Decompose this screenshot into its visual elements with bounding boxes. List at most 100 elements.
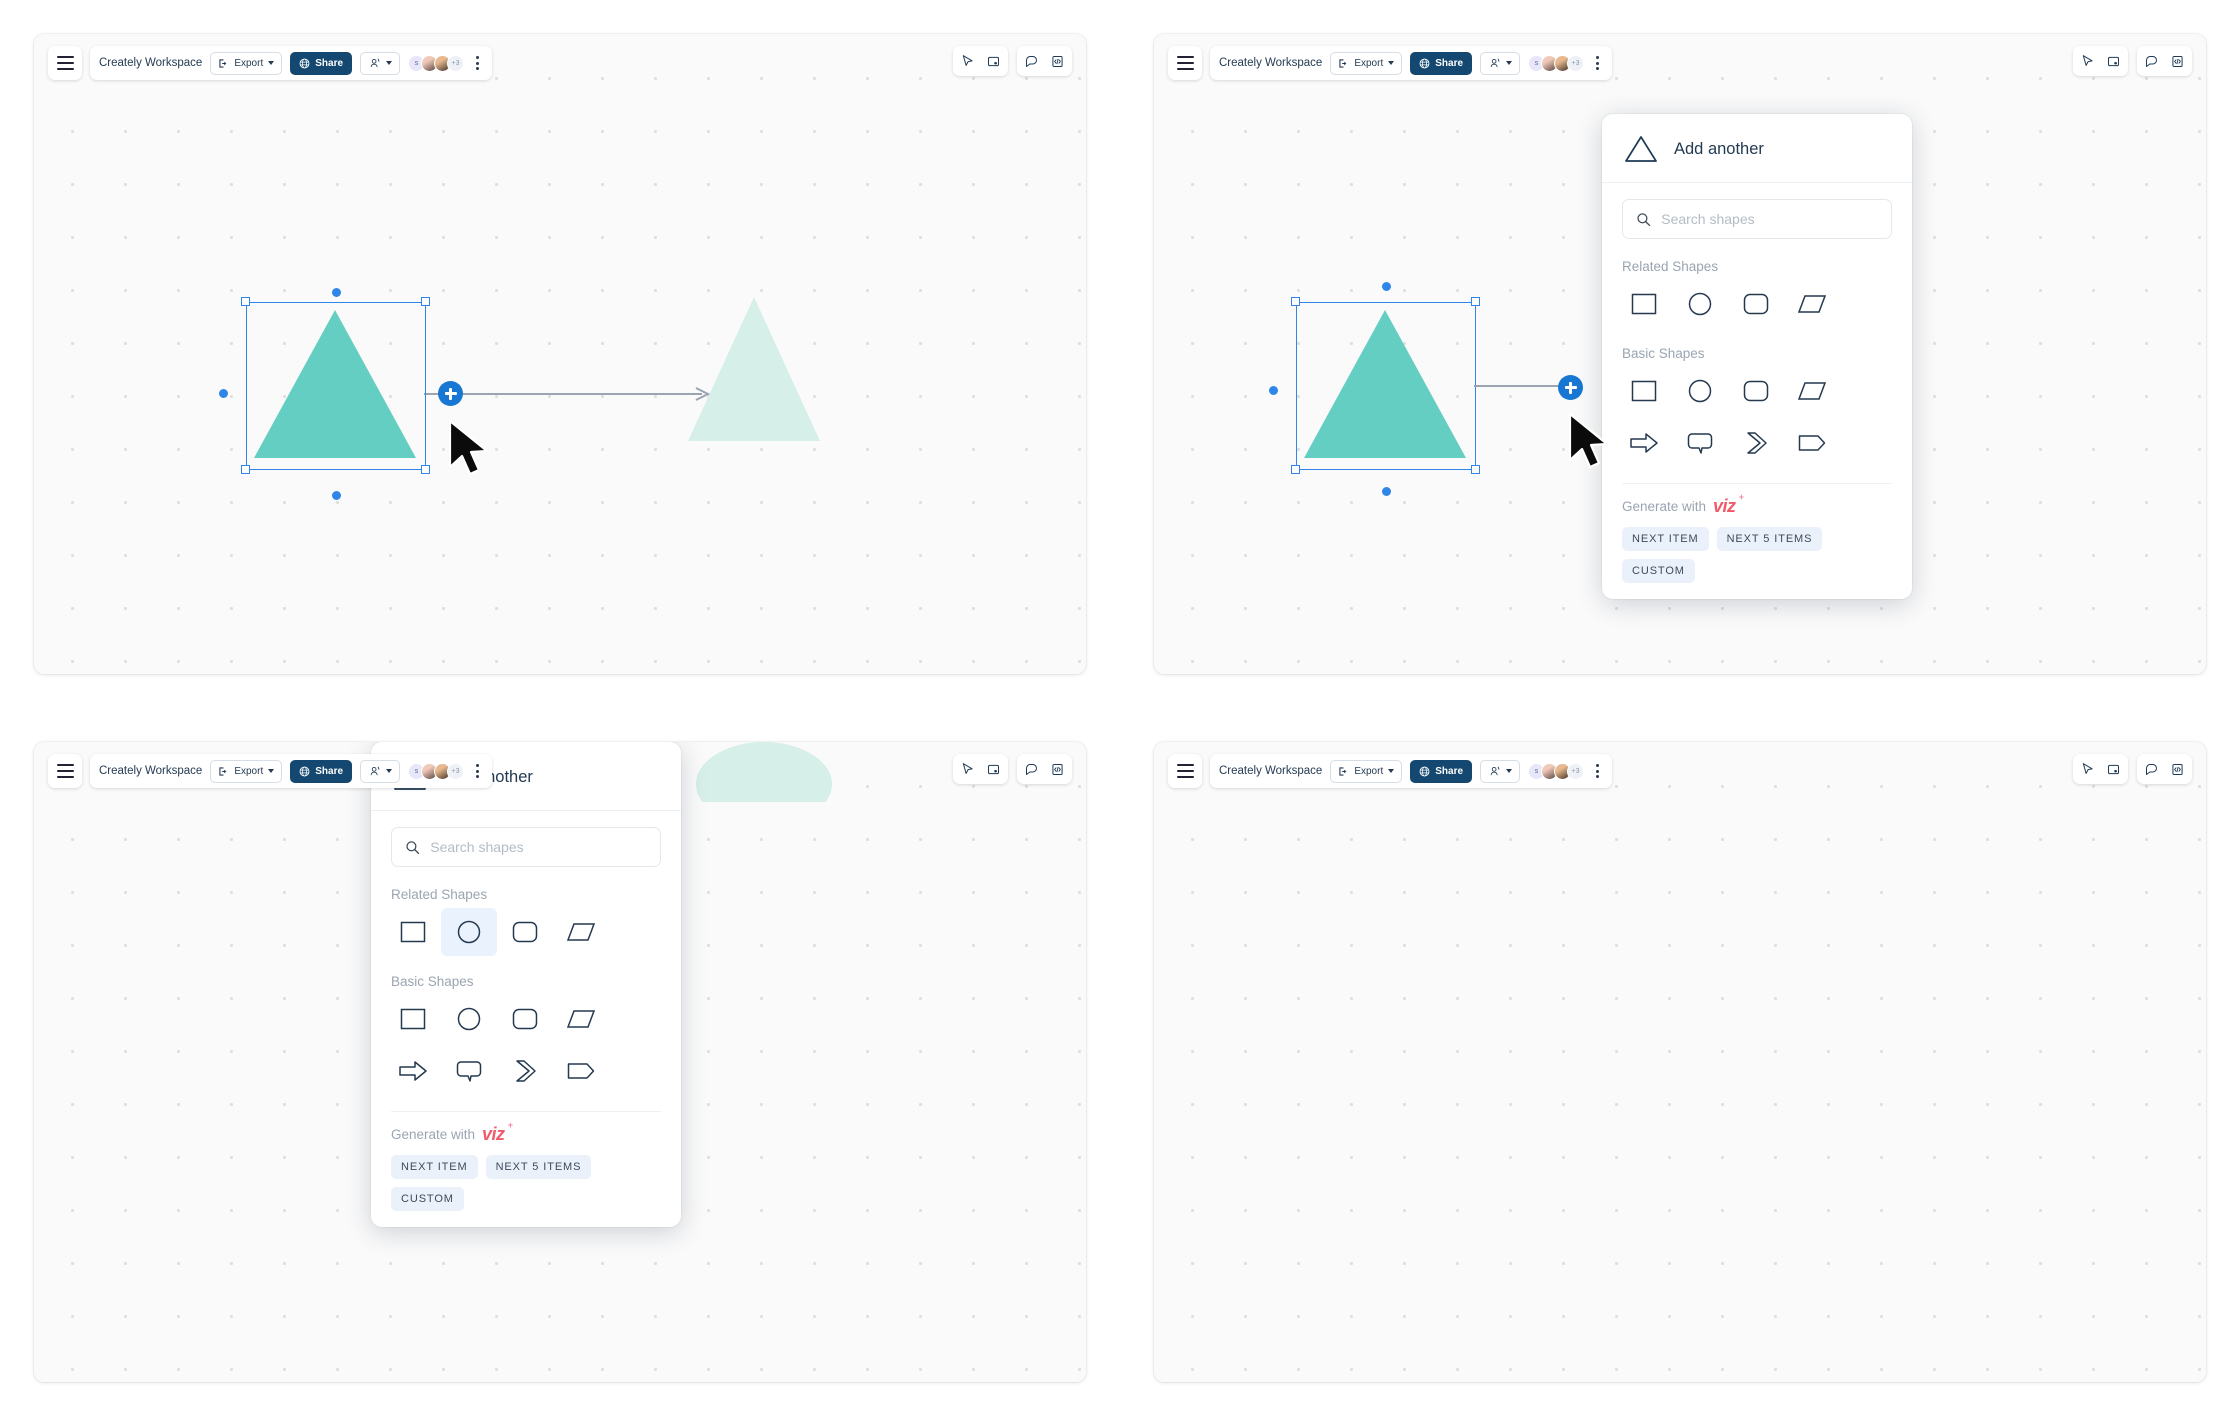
hamburger-menu-icon[interactable] xyxy=(48,46,82,80)
next-5-items-chip[interactable]: NEXT 5 ITEMS xyxy=(485,1155,592,1179)
rectangle-shape[interactable] xyxy=(1616,367,1672,415)
chevron-shape[interactable] xyxy=(1728,419,1784,467)
search-input[interactable] xyxy=(1661,211,1878,227)
chevron-down-icon xyxy=(1506,769,1513,773)
embed-code-icon[interactable] xyxy=(1050,762,1065,777)
pointer-tool-icon[interactable] xyxy=(2080,54,2095,69)
more-options-icon[interactable] xyxy=(472,764,483,778)
parallelogram-shape[interactable] xyxy=(553,908,609,956)
chevron-down-icon xyxy=(386,769,393,773)
parallelogram-shape[interactable] xyxy=(1784,280,1840,328)
share-button[interactable]: Share xyxy=(290,759,353,783)
collaborate-button[interactable] xyxy=(1480,759,1521,783)
hamburger-menu-icon[interactable] xyxy=(48,754,82,788)
parallelogram-shape[interactable] xyxy=(1784,367,1840,415)
connect-point-top[interactable] xyxy=(1382,282,1391,291)
connect-point-bottom[interactable] xyxy=(1382,487,1391,496)
share-button[interactable]: Share xyxy=(1410,759,1473,783)
next-item-chip[interactable]: NEXT ITEM xyxy=(1622,527,1709,551)
comment-tool-icon[interactable] xyxy=(1024,762,1039,777)
export-button[interactable]: Export xyxy=(210,759,283,783)
export-button[interactable]: Export xyxy=(1330,51,1403,75)
hamburger-menu-icon[interactable] xyxy=(1168,754,1202,788)
rectangle-shape[interactable] xyxy=(1616,280,1672,328)
circle-shape[interactable] xyxy=(441,908,497,956)
export-label: Export xyxy=(234,57,264,69)
next-5-items-chip[interactable]: NEXT 5 ITEMS xyxy=(1716,527,1823,551)
rounded-rectangle-shape[interactable] xyxy=(497,995,553,1043)
frame-tool-icon[interactable] xyxy=(986,54,1001,69)
pennant-shape[interactable] xyxy=(553,1047,609,1095)
pennant-shape[interactable] xyxy=(1784,419,1840,467)
more-options-icon[interactable] xyxy=(1592,56,1603,70)
rectangle-shape[interactable] xyxy=(385,908,441,956)
connect-point-top[interactable] xyxy=(332,288,341,297)
collaborator-avatars[interactable]: s +3 xyxy=(408,762,465,780)
circle-shape[interactable] xyxy=(441,995,497,1043)
custom-chip[interactable]: CUSTOM xyxy=(391,1187,464,1211)
next-item-chip[interactable]: NEXT ITEM xyxy=(391,1155,478,1179)
collaborate-button[interactable] xyxy=(1480,51,1521,75)
share-button[interactable]: Share xyxy=(1410,51,1473,75)
share-button[interactable]: Share xyxy=(290,51,353,75)
export-label: Export xyxy=(234,765,264,777)
chevron-shape[interactable] xyxy=(497,1047,553,1095)
arrow-shape[interactable] xyxy=(1616,419,1672,467)
collaborate-button[interactable] xyxy=(360,51,401,75)
comment-tool-icon[interactable] xyxy=(2144,762,2159,777)
connect-point-left[interactable] xyxy=(1269,386,1278,395)
search-shapes-field[interactable] xyxy=(391,827,661,867)
review-tools-group xyxy=(2137,46,2192,76)
pointer-tool-icon[interactable] xyxy=(960,54,975,69)
circle-shape[interactable] xyxy=(1672,367,1728,415)
hamburger-menu-icon[interactable] xyxy=(1168,46,1202,80)
frame-tool-icon[interactable] xyxy=(2106,54,2121,69)
resize-handle-se[interactable] xyxy=(421,465,430,474)
export-button[interactable]: Export xyxy=(1330,759,1403,783)
custom-chip[interactable]: CUSTOM xyxy=(1622,559,1695,583)
resize-handle-se[interactable] xyxy=(1471,465,1480,474)
frame-tool-icon[interactable] xyxy=(986,762,1001,777)
comment-tool-icon[interactable] xyxy=(2144,54,2159,69)
search-shapes-field[interactable] xyxy=(1622,199,1892,239)
rounded-rectangle-shape[interactable] xyxy=(1728,367,1784,415)
rounded-rectangle-shape[interactable] xyxy=(1728,280,1784,328)
pointer-tool-icon[interactable] xyxy=(960,762,975,777)
export-button[interactable]: Export xyxy=(210,51,283,75)
resize-handle-sw[interactable] xyxy=(1291,465,1300,474)
connect-point-bottom[interactable] xyxy=(332,491,341,500)
collaborator-avatars[interactable]: s +3 xyxy=(408,54,465,72)
comment-tool-icon[interactable] xyxy=(1024,54,1039,69)
canvas-1[interactable] xyxy=(34,34,1086,674)
parallelogram-shape[interactable] xyxy=(553,995,609,1043)
connect-point-left[interactable] xyxy=(219,389,228,398)
pointer-tool-icon[interactable] xyxy=(2080,762,2095,777)
resize-handle-nw[interactable] xyxy=(1291,297,1300,306)
circle-shape[interactable] xyxy=(1672,280,1728,328)
resize-handle-ne[interactable] xyxy=(1471,297,1480,306)
add-connected-shape-button[interactable] xyxy=(1558,375,1583,400)
arrow-shape[interactable] xyxy=(385,1047,441,1095)
tool-groups-1 xyxy=(953,46,1072,76)
selection-box-2 xyxy=(1296,302,1476,470)
collaborator-avatars[interactable]: s +3 xyxy=(1528,54,1585,72)
embed-code-icon[interactable] xyxy=(2170,762,2185,777)
canvas-4[interactable] xyxy=(1154,742,2206,1382)
more-options-icon[interactable] xyxy=(472,56,483,70)
embed-code-icon[interactable] xyxy=(2170,54,2185,69)
rectangle-shape[interactable] xyxy=(385,995,441,1043)
search-input[interactable] xyxy=(430,839,647,855)
collaborate-button[interactable] xyxy=(360,759,401,783)
rounded-rectangle-shape[interactable] xyxy=(497,908,553,956)
embed-code-icon[interactable] xyxy=(1050,54,1065,69)
collaborator-avatars[interactable]: s +3 xyxy=(1528,762,1585,780)
resize-handle-sw[interactable] xyxy=(241,465,250,474)
frame-tool-icon[interactable] xyxy=(2106,762,2121,777)
callout-shape[interactable] xyxy=(1672,419,1728,467)
more-options-icon[interactable] xyxy=(1592,764,1603,778)
resize-handle-nw[interactable] xyxy=(241,297,250,306)
tool-groups-3 xyxy=(953,754,1072,784)
add-connected-shape-button[interactable] xyxy=(438,381,463,406)
resize-handle-ne[interactable] xyxy=(421,297,430,306)
callout-shape[interactable] xyxy=(441,1047,497,1095)
